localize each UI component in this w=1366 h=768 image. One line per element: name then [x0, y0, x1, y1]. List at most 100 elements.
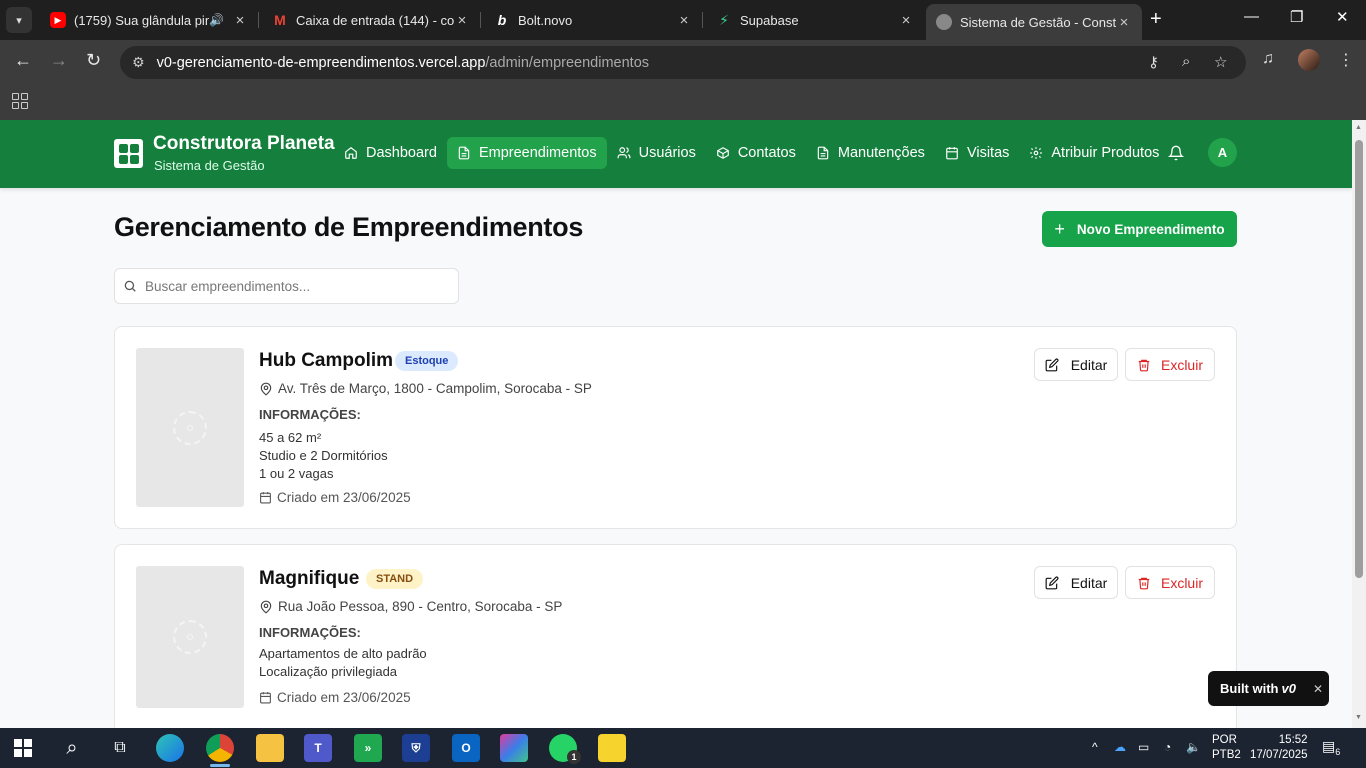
info-line: Studio e 2 Dormitórios [259, 448, 388, 463]
nav-manutencoes[interactable]: Manutenções [806, 137, 935, 169]
tab-title: Bolt.novo [518, 12, 573, 28]
nav-label: Empreendimentos [478, 145, 597, 161]
nav-atribuir-produtos[interactable]: Atribuir Produtos [1019, 137, 1169, 169]
sticky-notes-icon[interactable] [598, 734, 626, 762]
page-scrollbar[interactable]: ▲ ▼ [1352, 120, 1366, 728]
delete-button[interactable]: Excluir [1125, 348, 1215, 381]
speaker-icon[interactable]: 🔊 [209, 13, 224, 27]
onedrive-icon[interactable]: ☁ [1114, 740, 1126, 754]
info-heading: INFORMAÇÕES: [259, 625, 361, 640]
address-text: Av. Três de Março, 1800 - Campolim, Soro… [278, 381, 592, 396]
new-tab-button[interactable]: + [1150, 8, 1162, 31]
tab-bolt[interactable]: b Bolt.novo × [484, 4, 702, 36]
brand-name: Construtora Planeta [153, 133, 335, 154]
nav-visitas[interactable]: Visitas [935, 137, 1019, 169]
tab-sistema-gestao[interactable]: Sistema de Gestão - Constru × [926, 4, 1142, 40]
system-clock[interactable]: 15:52 17/07/2025 [1250, 733, 1308, 763]
back-button[interactable]: ← [14, 50, 32, 71]
forward-button[interactable]: → [50, 50, 68, 71]
outlook-icon[interactable]: O [452, 734, 480, 762]
profile-avatar[interactable] [1298, 49, 1320, 71]
nav-label: Dashboard [366, 145, 437, 161]
wifi-icon[interactable]: ◔ [1164, 740, 1171, 754]
user-avatar[interactable]: A [1208, 138, 1237, 167]
bookmark-star-icon[interactable]: ☆ [1214, 53, 1227, 71]
close-window-button[interactable]: ✕ [1336, 8, 1349, 26]
site-settings-icon[interactable]: ⚙ [132, 54, 145, 71]
calendar-icon [260, 492, 271, 504]
close-tab-icon[interactable]: × [454, 12, 470, 29]
supabase-icon: ⚡ [719, 11, 729, 28]
tab-supabase[interactable]: ⚡ Supabase × [706, 4, 924, 36]
media-control-icon[interactable]: ♫ [1262, 50, 1274, 68]
clock-time: 15:52 [1278, 734, 1308, 746]
whatsapp-icon[interactable]: 1 [549, 734, 581, 764]
delete-button[interactable]: Excluir [1125, 566, 1215, 599]
notification-count: 6 [1335, 746, 1341, 757]
teams-icon[interactable]: T [304, 734, 332, 762]
globe-icon [936, 14, 952, 30]
bolt-icon: b [497, 12, 507, 28]
edit-button[interactable]: Editar [1034, 348, 1118, 381]
edge-icon[interactable] [156, 734, 184, 762]
new-empreendimento-button[interactable]: + Novo Empreendimento [1042, 211, 1237, 247]
trash-icon [1138, 359, 1150, 371]
tab-divider [702, 12, 703, 28]
battery-icon[interactable]: ▭ [1138, 740, 1149, 754]
built-with-v0-badge[interactable]: Built with v0 ✕ [1208, 671, 1329, 706]
box-icon [716, 147, 729, 159]
close-tab-icon[interactable]: × [1116, 14, 1132, 31]
tray-overflow-icon[interactable]: ^ [1092, 740, 1098, 754]
search-icon[interactable]: ⌕ [58, 734, 86, 762]
minimize-button[interactable]: — [1244, 8, 1259, 25]
tab-title: Supabase [740, 12, 799, 28]
edit-button[interactable]: Editar [1034, 566, 1118, 599]
scrollbar-thumb[interactable] [1355, 140, 1363, 578]
close-tab-icon[interactable]: × [898, 12, 914, 29]
remote-desktop-icon[interactable]: » [354, 734, 382, 762]
map-pin-icon [260, 382, 272, 396]
tab-gmail[interactable]: M Caixa de entrada (144) - com × [262, 4, 480, 36]
tab-search-button[interactable]: ▾ [6, 7, 32, 33]
nav-usuarios[interactable]: Usuários [607, 137, 706, 169]
map-pin-icon [260, 600, 272, 614]
password-key-icon[interactable]: ⚷ [1148, 53, 1159, 71]
main-nav: Dashboard Empreendimentos Usuários Conta… [334, 137, 1169, 169]
info-list: 45 a 62 m² Studio e 2 Dormitórios 1 ou 2… [259, 429, 388, 483]
restore-button[interactable]: ❐ [1290, 8, 1303, 26]
windows-start-icon[interactable] [14, 739, 32, 757]
bookmarks-bar [0, 85, 1366, 120]
created-text: Criado em 23/06/2025 [277, 690, 411, 705]
file-explorer-icon[interactable] [256, 734, 284, 762]
scroll-down-icon[interactable]: ▼ [1355, 714, 1362, 721]
gmail-icon: M [274, 12, 286, 28]
nav-contatos[interactable]: Contatos [706, 137, 806, 169]
nav-dashboard[interactable]: Dashboard [334, 137, 447, 169]
reload-button[interactable]: ↻ [86, 50, 101, 71]
m365-icon[interactable] [500, 734, 528, 762]
zoom-icon[interactable]: ⌕ [1182, 53, 1190, 70]
address-bar[interactable]: ⚙ v0-gerenciamento-de-empreendimentos.ve… [120, 46, 1246, 79]
security-shield-icon[interactable]: ⛨ [402, 734, 430, 762]
url-text[interactable]: v0-gerenciamento-de-empreendimentos.verc… [157, 55, 649, 71]
info-list: Apartamentos de alto padrão Localização … [259, 645, 427, 681]
volume-icon[interactable]: 🔈 [1186, 740, 1201, 754]
notification-center-icon[interactable]: ▤6 [1322, 738, 1340, 757]
language-indicator[interactable]: POR PTB2 [1212, 733, 1241, 763]
bell-icon[interactable] [1168, 145, 1184, 161]
close-tab-icon[interactable]: × [676, 12, 692, 29]
image-placeholder [136, 566, 244, 708]
search-input[interactable] [145, 278, 445, 294]
nav-label: Usuários [638, 145, 696, 161]
browser-menu-icon[interactable]: ⋮ [1338, 50, 1354, 70]
apps-grid-icon[interactable] [12, 93, 28, 109]
nav-empreendimentos[interactable]: Empreendimentos [446, 137, 607, 169]
info-line: Localização privilegiada [259, 664, 398, 679]
tab-youtube[interactable]: ▶ (1759) Sua glândula pineal 🔊 × [40, 4, 258, 36]
close-tab-icon[interactable]: × [232, 12, 248, 29]
task-view-icon[interactable]: ⧉ [106, 734, 134, 762]
chrome-icon[interactable] [206, 734, 234, 767]
scroll-up-icon[interactable]: ▲ [1355, 124, 1362, 131]
close-icon[interactable]: ✕ [1313, 682, 1323, 696]
tab-divider [480, 12, 481, 28]
